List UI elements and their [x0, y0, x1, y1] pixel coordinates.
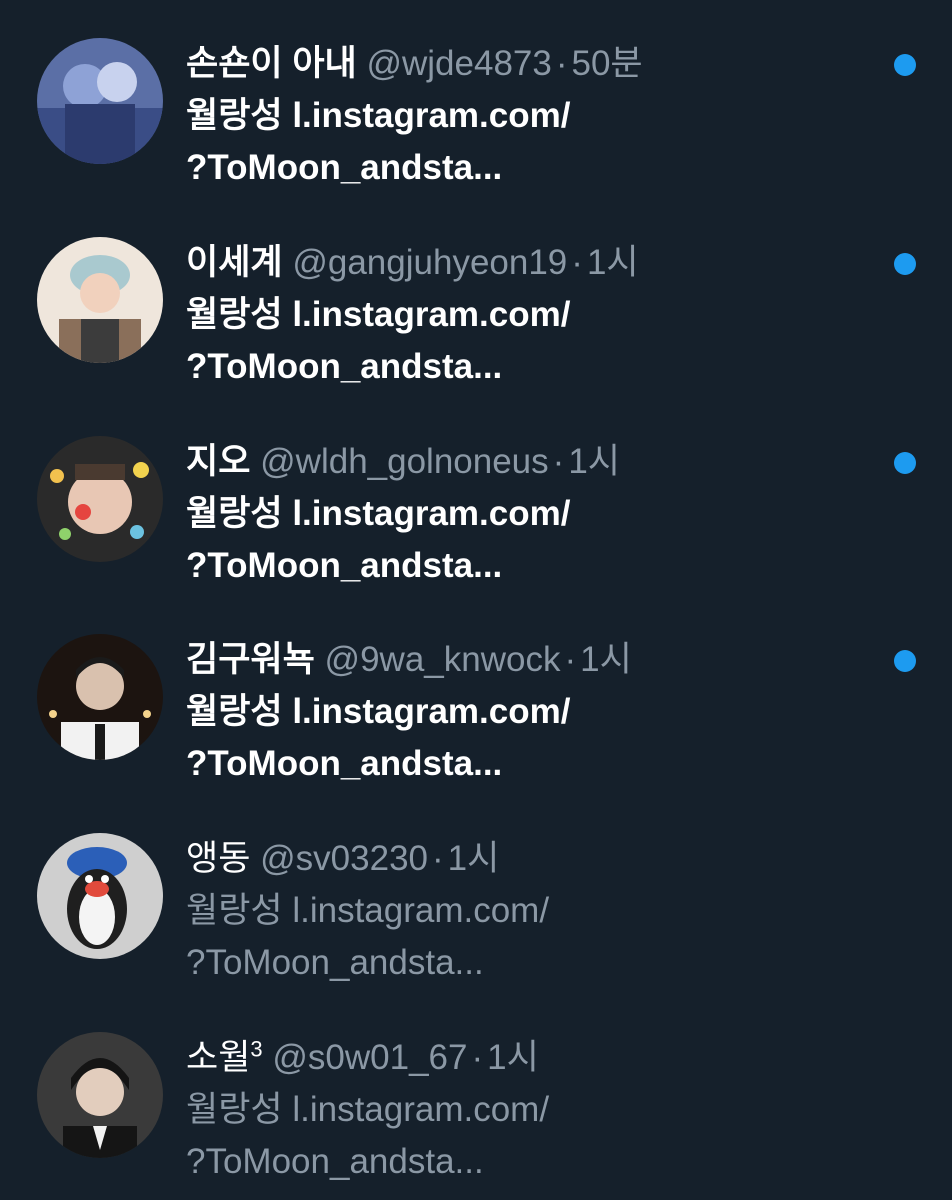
user-handle[interactable]: @9wa_knwock [325, 640, 561, 679]
avatar-photo-icon [37, 1032, 163, 1158]
timestamp: 1시 [580, 640, 632, 679]
separator-dot: · [571, 243, 583, 282]
notification-text-line2: ?ToMoon_andsta... [186, 1142, 484, 1181]
display-name[interactable]: 지오 [186, 442, 250, 481]
unread-indicator-icon [894, 650, 916, 672]
notification-content: 김구워뇩 @9wa_knwock · 1시 월랑성 l.instagram.com/… [186, 634, 876, 790]
notification-text-line2: ?ToMoon_andsta... [186, 546, 503, 585]
timestamp: 1시 [487, 1038, 539, 1077]
avatar[interactable] [37, 237, 163, 363]
notification-list: 손숀이 아내 @wjde4873 · 50분 월랑성 l.instagram.com… [0, 0, 952, 1200]
user-handle[interactable]: @s0w01_67 [272, 1038, 467, 1077]
user-handle[interactable]: @sv03230 [260, 839, 428, 878]
notification-item[interactable]: 손숀이 아내 @wjde4873 · 50분 월랑성 l.instagram.com… [0, 0, 952, 198]
unread-indicator-icon [894, 54, 916, 76]
display-name[interactable]: 손숀이 아내 [186, 44, 357, 83]
notification-header: 손숀이 아내 @wjde4873 · 50분 [186, 38, 876, 90]
notification-text-line2: ?ToMoon_andsta... [186, 347, 503, 386]
notification-header: 김구워뇩 @9wa_knwock · 1시 [186, 634, 876, 686]
avatar-photo-icon [37, 237, 163, 363]
avatar[interactable] [37, 833, 163, 959]
notification-content: 손숀이 아내 @wjde4873 · 50분 월랑성 l.instagram.com… [186, 38, 876, 194]
notification-header: 소월3 @s0w01_67 · 1시 [186, 1032, 876, 1084]
avatar-photo-icon [37, 38, 163, 164]
separator-dot: · [471, 1038, 484, 1077]
notification-text-line2: ?ToMoon_andsta... [186, 744, 503, 783]
notification-text-line2: ?ToMoon_andsta... [186, 943, 484, 982]
display-name-superscript: 3 [250, 1036, 263, 1062]
notification-header: 이세계 @gangjuhyeon19 · 1시 [186, 237, 876, 289]
avatar-photo-icon [37, 436, 163, 562]
display-name[interactable]: 소월3 [186, 1038, 263, 1077]
notification-content: 앵동 @sv03230 · 1시 월랑성 l.instagram.com/ ?ToM… [186, 833, 876, 989]
notification-header: 앵동 @sv03230 · 1시 [186, 833, 876, 885]
separator-dot: · [555, 44, 568, 83]
user-handle[interactable]: @gangjuhyeon19 [292, 243, 567, 282]
avatar[interactable] [37, 1032, 163, 1158]
timestamp: 1시 [568, 442, 620, 481]
notification-text-line1: 월랑성 l.instagram.com/ [186, 96, 571, 135]
user-handle[interactable]: @wldh_golnoneus [260, 442, 549, 481]
notification-text-line1: 월랑성 l.instagram.com/ [186, 494, 571, 533]
user-handle[interactable]: @wjde4873 [366, 44, 551, 83]
notification-content: 이세계 @gangjuhyeon19 · 1시 월랑성 l.instagram.co… [186, 237, 876, 393]
timestamp: 1시 [586, 243, 639, 282]
notification-text-line1: 월랑성 l.instagram.com/ [186, 295, 571, 334]
display-name-text: 소월 [186, 1038, 251, 1077]
notification-item[interactable]: 소월3 @s0w01_67 · 1시 월랑성 l.instagram.com/ ?T… [0, 994, 952, 1192]
avatar-photo-icon [37, 833, 163, 959]
display-name[interactable]: 이세계 [186, 243, 283, 282]
notification-header: 지오 @wldh_golnoneus · 1시 [186, 436, 876, 488]
notification-content: 지오 @wldh_golnoneus · 1시 월랑성 l.instagram.co… [186, 436, 876, 592]
avatar-photo-icon [37, 634, 163, 760]
avatar[interactable] [37, 634, 163, 760]
notification-text-line2: ?ToMoon_andsta... [186, 148, 503, 187]
separator-dot: · [564, 640, 577, 679]
display-name[interactable]: 김구워뇩 [186, 640, 315, 679]
timestamp: 1시 [447, 839, 500, 878]
separator-dot: · [552, 442, 565, 481]
notification-text-line1: 월랑성 l.instagram.com/ [186, 891, 550, 930]
notification-item[interactable]: 김구워뇩 @9wa_knwock · 1시 월랑성 l.instagram.com/… [0, 596, 952, 794]
avatar[interactable] [37, 436, 163, 562]
notification-item[interactable]: 지오 @wldh_golnoneus · 1시 월랑성 l.instagram.co… [0, 398, 952, 596]
notification-text-line1: 월랑성 l.instagram.com/ [186, 1090, 550, 1129]
unread-indicator-icon [894, 253, 916, 275]
avatar[interactable] [37, 38, 163, 164]
notification-content: 소월3 @s0w01_67 · 1시 월랑성 l.instagram.com/ ?T… [186, 1032, 876, 1188]
notification-item[interactable]: 이세계 @gangjuhyeon19 · 1시 월랑성 l.instagram.co… [0, 199, 952, 397]
notification-item[interactable]: 앵동 @sv03230 · 1시 월랑성 l.instagram.com/ ?ToM… [0, 795, 952, 993]
unread-indicator-icon [894, 452, 916, 474]
timestamp: 50분 [571, 44, 643, 83]
notification-text-line1: 월랑성 l.instagram.com/ [186, 692, 571, 731]
display-name[interactable]: 앵동 [186, 839, 250, 878]
separator-dot: · [432, 839, 444, 878]
